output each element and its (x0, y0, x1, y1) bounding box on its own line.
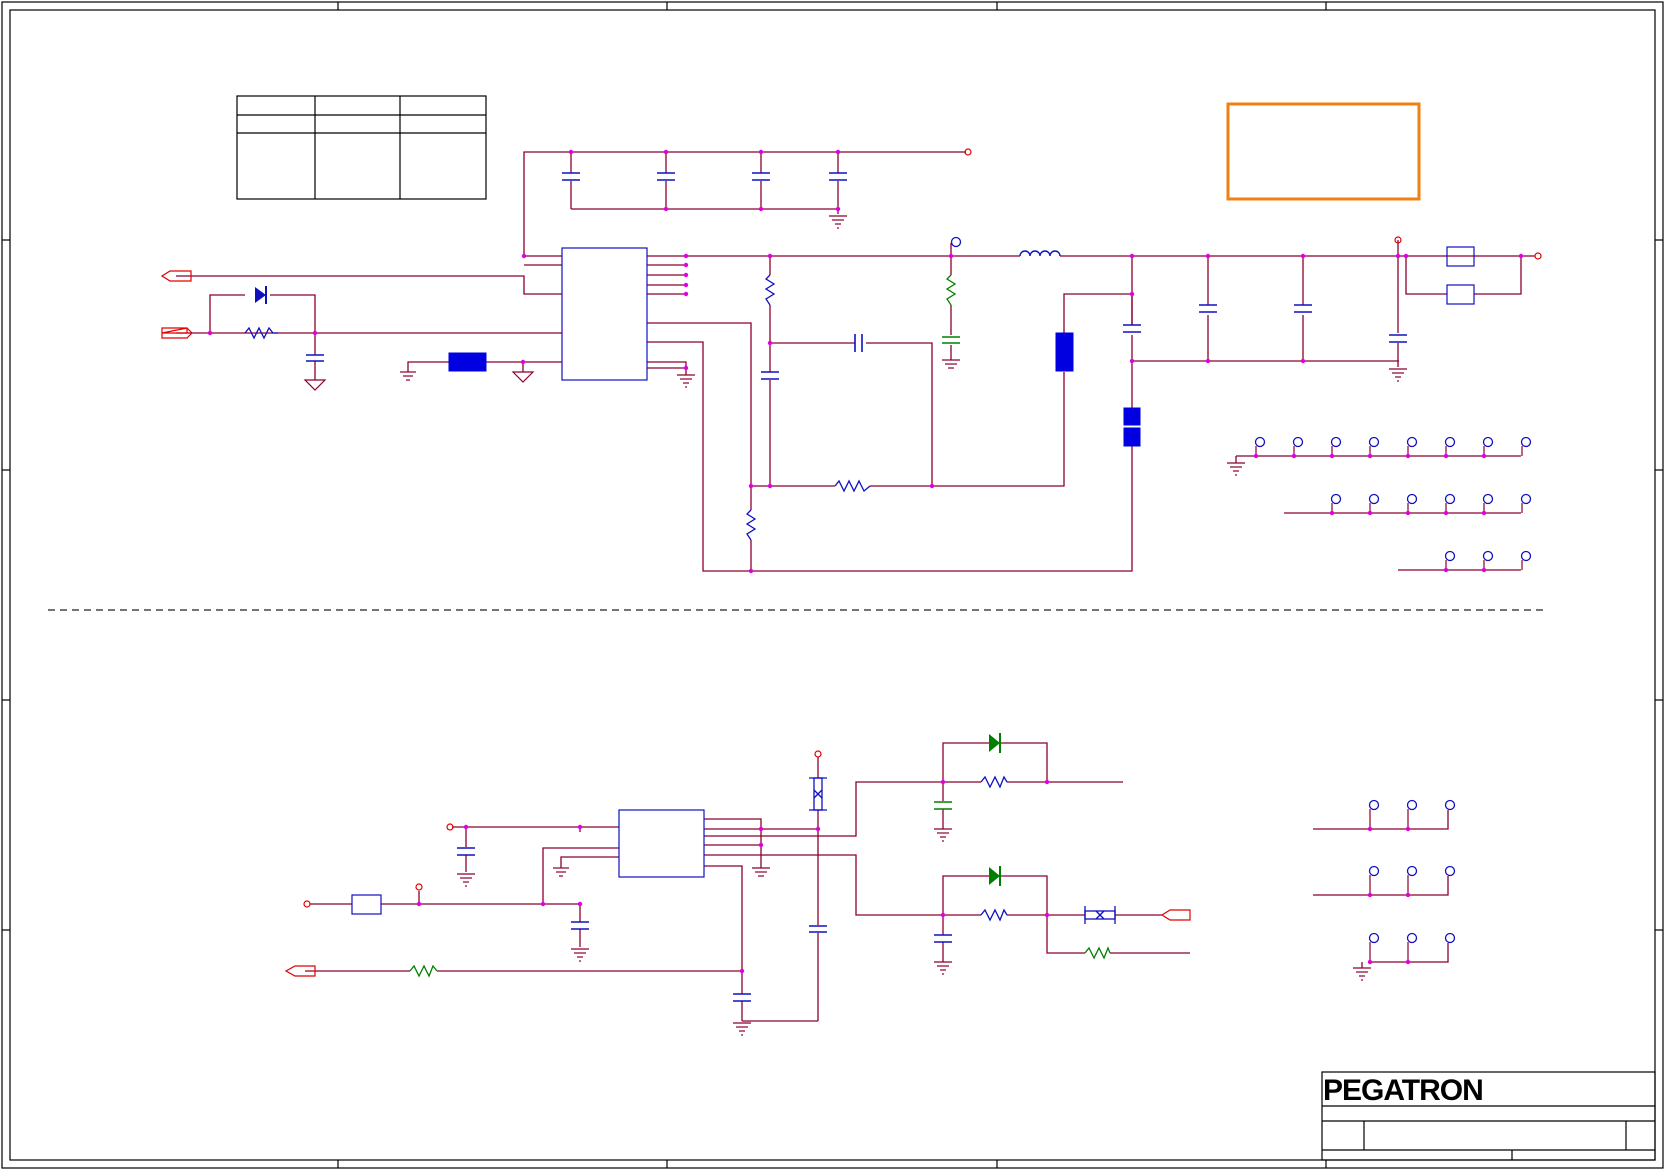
solder-jumpers (809, 777, 1116, 924)
upper-resistors (244, 274, 871, 541)
note-box (1226, 102, 1421, 201)
test-points (950, 236, 1532, 562)
test-points-lower (1368, 799, 1456, 944)
ground-symbols-upper (303, 215, 1407, 476)
snubber-resistor (945, 274, 957, 306)
lower-green-capacitor (934, 801, 952, 810)
input-fuse (351, 894, 382, 915)
lower-green-resistors (409, 946, 1111, 978)
option-table (236, 95, 487, 200)
jumper-blocks (448, 332, 1141, 447)
lower-resistors (980, 775, 1008, 922)
snubber-capacitor (942, 336, 960, 344)
input-capacitors (562, 172, 847, 181)
sheet-frame (1, 1, 1664, 1169)
controller-ic (618, 809, 705, 878)
power-flags (964, 148, 1542, 260)
company-logo: PEGATRON (1323, 1074, 1483, 1107)
regulator-wiring (176, 151, 1535, 572)
offpage-connectors-upper (160, 270, 193, 339)
lower-diodes (989, 733, 1001, 886)
offpage-connectors-lower (284, 909, 1191, 977)
input-diode (255, 286, 267, 304)
schematic-sheet: PEGATRON (1, 1, 1664, 1169)
lower-wiring (305, 742, 1449, 1022)
junction-dots (207, 149, 1524, 974)
regulator-ic (561, 247, 648, 381)
test-point-stubs (1255, 446, 1523, 570)
output-inductor (1019, 250, 1061, 257)
ground-symbols-lower (457, 828, 1371, 1036)
test-point-stubs-lower (1369, 809, 1409, 962)
